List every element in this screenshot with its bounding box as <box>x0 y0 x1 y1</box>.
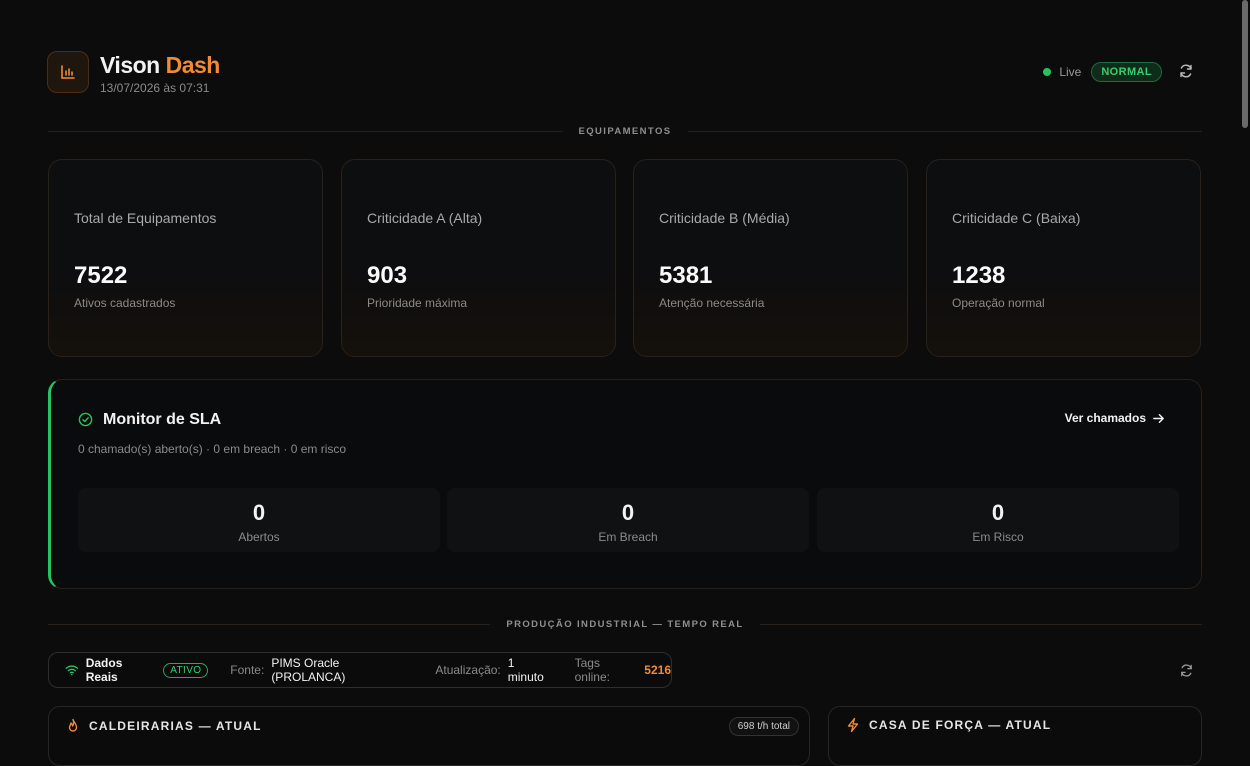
card-value: 7522 <box>74 262 128 289</box>
view-tickets-label: Ver chamados <box>1064 411 1146 425</box>
refresh-icon <box>1181 664 1192 677</box>
live-indicator-dot <box>1043 68 1052 76</box>
card-criticality-a: Criticidade A (Alta) 903 Prioridade máxi… <box>341 159 616 357</box>
sla-stat-value: 0 <box>991 500 1005 525</box>
card-subtext: Prioridade máxima <box>367 296 468 310</box>
sla-stat-open: 0 Abertos <box>78 488 440 552</box>
card-label: Criticidade C (Baixa) <box>952 210 1081 226</box>
card-total-equipment: Total de Equipamentos 7522 Ativos cadast… <box>48 159 323 357</box>
arrow-right-icon <box>1153 413 1164 423</box>
section-divider-equipment: EQUIPAMENTOS <box>48 124 1202 138</box>
sla-monitor-panel: Monitor de SLA 0 chamado(s) aberto(s) · … <box>48 379 1202 589</box>
sla-stat-value: 0 <box>621 500 635 525</box>
status-badge: NORMAL <box>1091 62 1162 82</box>
source-value: PIMS Oracle (PROLANCA) <box>271 656 346 684</box>
live-label: Live <box>1059 65 1082 79</box>
bar-chart-icon <box>61 65 75 79</box>
card-subtext: Ativos cadastrados <box>74 296 176 310</box>
section-divider-production: PRODUÇÃO INDUSTRIAL — TEMPO REAL <box>48 617 1202 631</box>
sla-stat-risk: 0 Em Risco <box>817 488 1179 552</box>
check-circle-icon <box>78 412 93 427</box>
card-value: 1238 <box>952 262 1006 289</box>
card-label: Criticidade B (Média) <box>659 210 790 226</box>
sla-stat-label: Abertos <box>238 530 280 544</box>
boilers-panel-title: CALDEIRARIAS — ATUAL <box>89 719 262 733</box>
sla-stat-label: Em Risco <box>972 530 1024 544</box>
active-badge: ATIVO <box>163 662 209 678</box>
app-logo <box>47 51 89 93</box>
update-value: 1 minuto <box>507 656 544 684</box>
app-title: Vison Dash <box>100 52 220 79</box>
sla-stat-label: Em Breach <box>598 530 658 544</box>
wifi-icon <box>65 665 79 676</box>
sla-stat-breach: 0 Em Breach <box>447 488 809 552</box>
card-value: 903 <box>367 262 408 289</box>
card-subtext: Atenção necessária <box>659 296 765 310</box>
boilers-total-pill: 698 t/h total <box>728 717 799 736</box>
source-label: Fonte: <box>230 663 265 677</box>
section-title-equipment: EQUIPAMENTOS <box>578 125 672 137</box>
section-title-production: PRODUÇÃO INDUSTRIAL — TEMPO REAL <box>506 618 744 630</box>
sla-title: Monitor de SLA <box>103 411 222 428</box>
card-value: 5381 <box>659 262 713 289</box>
header-status: Live NORMAL <box>1043 62 1162 82</box>
last-updated-timestamp: 13/07/2026 às 07:31 <box>100 81 210 95</box>
page-scrollbar[interactable] <box>1242 0 1248 128</box>
refresh-button[interactable] <box>1177 62 1195 80</box>
app-title-main: Vison <box>100 52 160 78</box>
app-title-accent: Dash <box>165 52 221 78</box>
flame-icon <box>68 718 78 732</box>
view-tickets-link[interactable]: Ver chamados <box>1065 411 1165 425</box>
sla-stat-value: 0 <box>252 500 266 525</box>
boilers-panel: CALDEIRARIAS — ATUAL 698 t/h total <box>48 706 810 766</box>
card-criticality-b: Criticidade B (Média) 5381 Atenção neces… <box>633 159 908 357</box>
refresh-production-button[interactable] <box>1179 663 1195 679</box>
update-label: Atualização: <box>435 663 501 677</box>
power-house-panel-title: CASA DE FORÇA — ATUAL <box>869 718 1052 732</box>
bolt-icon <box>847 717 859 733</box>
refresh-icon <box>1180 64 1192 78</box>
card-label: Total de Equipamentos <box>74 210 217 226</box>
tags-online-label: Tags online: <box>574 656 610 684</box>
data-source-bar: Dados Reais ATIVO Fonte: PIMS Oracle (PR… <box>48 652 672 688</box>
tags-online-value: 5216 <box>644 663 671 677</box>
card-label: Criticidade A (Alta) <box>367 210 483 226</box>
data-source-label: Dados Reais <box>85 656 123 684</box>
card-subtext: Operação normal <box>952 296 1045 310</box>
card-criticality-c: Criticidade C (Baixa) 1238 Operação norm… <box>926 159 1201 357</box>
power-house-panel: CASA DE FORÇA — ATUAL <box>828 706 1202 766</box>
sla-summary: 0 chamado(s) aberto(s) · 0 em breach · 0… <box>78 442 347 456</box>
